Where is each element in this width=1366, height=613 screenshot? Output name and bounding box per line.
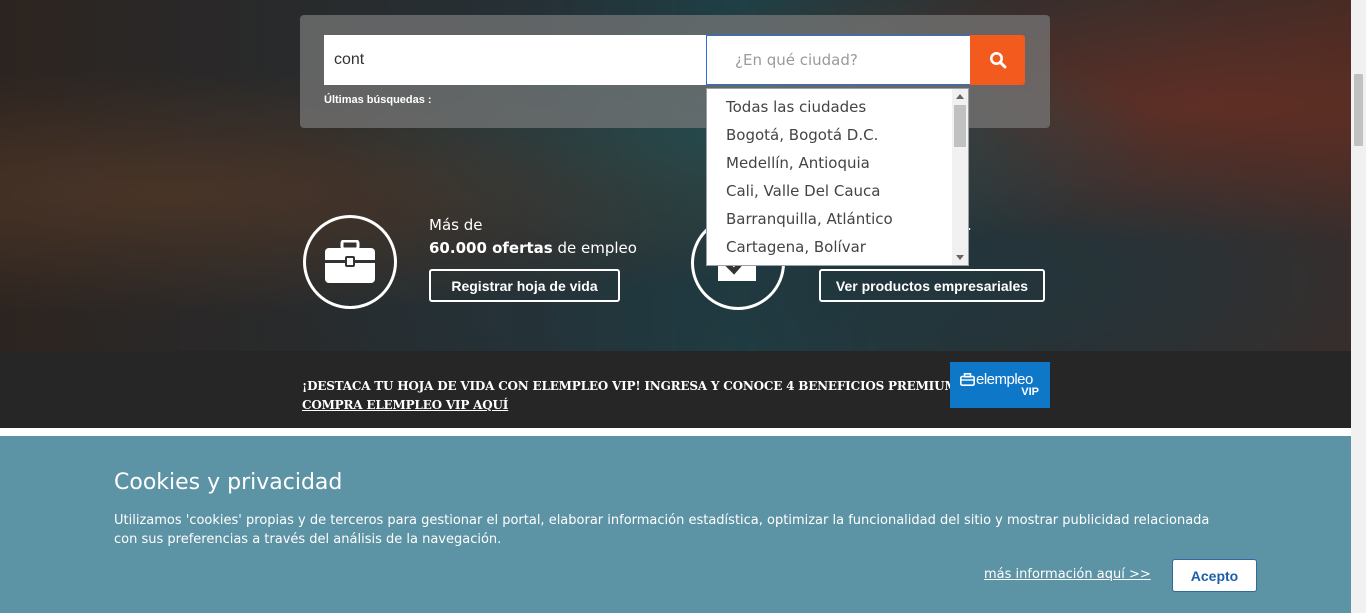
page-scrollbar[interactable] [1351, 0, 1366, 613]
cookie-text: Utilizamos 'cookies' propias y de tercer… [114, 513, 1210, 547]
vip-buy-link[interactable]: COMPRA ELEMPLEO VIP AQUÍ [302, 398, 508, 412]
cookie-title: Cookies y privacidad [114, 470, 343, 495]
vip-banner: ¡DESTACA TU HOJA DE VIDA CON ELEMPLEO VI… [0, 351, 1351, 428]
bag-logo-icon [960, 373, 975, 386]
cookie-more-info-link[interactable]: más información aquí >> [984, 567, 1151, 582]
offers-count: 60.000 ofertas [429, 239, 553, 257]
page-scroll-thumb[interactable] [1354, 74, 1363, 146]
dropdown-scroll-thumb[interactable] [954, 105, 966, 147]
accept-cookies-button[interactable]: Acepto [1172, 559, 1257, 592]
vip-headline: ¡DESTACA TU HOJA DE VIDA CON ELEMPLEO VI… [302, 379, 958, 393]
city-option[interactable]: Medellín, Antioquia [707, 149, 968, 177]
register-cv-button[interactable]: Registrar hoja de vida [429, 269, 620, 302]
business-products-button[interactable]: Ver productos empresariales [819, 269, 1045, 302]
city-option[interactable]: Todas las ciudades [707, 93, 968, 121]
city-option[interactable]: Bogotá, Bogotá D.C. [707, 121, 968, 149]
candidates-line2: 60.000 ofertas de empleo [429, 237, 637, 260]
city-dropdown[interactable]: Todas las ciudades Bogotá, Bogotá D.C. M… [706, 88, 969, 266]
city-input[interactable]: ¿En qué ciudad? [706, 35, 970, 85]
search-icon [989, 52, 1006, 69]
keyword-input[interactable]: cont [324, 35, 706, 85]
city-option[interactable]: Cali, Valle Del Cauca [707, 177, 968, 205]
section-divider [0, 428, 1351, 436]
briefcase-icon [325, 240, 375, 283]
candidates-text: Más de 60.000 ofertas de empleo [429, 214, 637, 260]
city-option[interactable]: Barranquilla, Atlántico [707, 205, 968, 233]
scroll-up-arrow-icon[interactable] [956, 94, 964, 99]
scroll-down-arrow-icon[interactable] [956, 255, 964, 260]
elempleo-vip-logo[interactable]: elempleo VIP [950, 362, 1050, 408]
briefcase-feature-circle [303, 215, 397, 309]
offers-suffix: de empleo [552, 239, 637, 257]
city-option[interactable]: Cartagena, Bolívar [707, 233, 968, 261]
recent-searches-label: Últimas búsquedas : [324, 94, 432, 106]
search-button[interactable] [970, 35, 1025, 85]
candidates-line1: Más de [429, 216, 483, 234]
city-options-list: Todas las ciudades Bogotá, Bogotá D.C. M… [707, 89, 968, 261]
logo-vip-tag: VIP [1021, 386, 1039, 398]
cookie-banner: Cookies y privacidad Utilizamos 'cookies… [0, 436, 1351, 613]
dropdown-scrollbar[interactable] [952, 89, 968, 265]
